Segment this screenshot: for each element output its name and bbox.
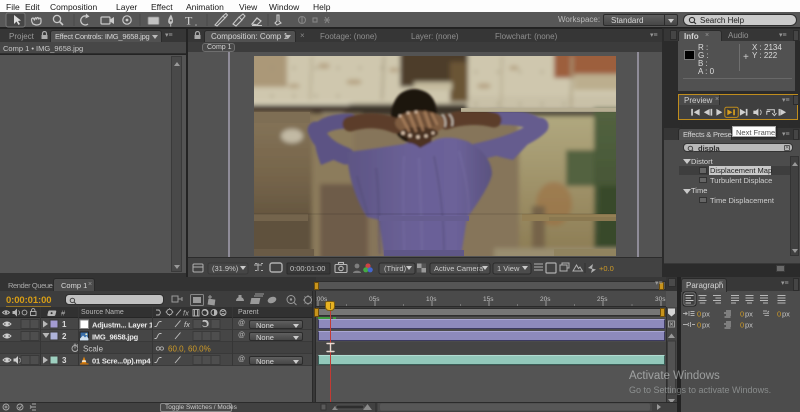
svg-text:0: 0 [740, 321, 744, 330]
svg-text:1 View: 1 View [497, 264, 520, 273]
svg-text:0: 0 [740, 310, 744, 319]
svg-text:Active Camera: Active Camera [434, 264, 484, 273]
svg-text:Scale: Scale [83, 345, 104, 354]
svg-text:01 Scre...0p).mp4: 01 Scre...0p).mp4 [92, 357, 151, 366]
svg-text:3: 3 [62, 356, 67, 365]
svg-text:T: T [185, 14, 193, 28]
svg-text:0: 0 [777, 310, 781, 319]
svg-text:1: 1 [62, 320, 67, 329]
svg-text:+0.0: +0.0 [599, 264, 614, 273]
svg-text:px: px [702, 321, 710, 330]
svg-text:fx: fx [184, 320, 190, 329]
svg-text:0: 0 [697, 321, 701, 330]
svg-text:px: px [702, 310, 710, 319]
svg-text:px: px [745, 310, 753, 319]
svg-text:60.0, 60.0%: 60.0, 60.0% [168, 345, 211, 354]
svg-text:#: # [61, 309, 66, 318]
svg-text:fx: fx [183, 309, 189, 318]
svg-text:(Third): (Third) [384, 264, 407, 273]
svg-text:IMG_9658.jpg: IMG_9658.jpg [92, 333, 139, 342]
svg-text:px: px [745, 321, 753, 330]
svg-text:0:00:01:00: 0:00:01:00 [290, 264, 325, 273]
svg-text:Adjustm... Layer 1: Adjustm... Layer 1 [92, 321, 153, 330]
svg-text:(31.9%): (31.9%) [212, 264, 239, 273]
svg-text:0: 0 [697, 310, 701, 319]
svg-text:px: px [782, 310, 790, 319]
svg-text:2: 2 [62, 332, 67, 341]
